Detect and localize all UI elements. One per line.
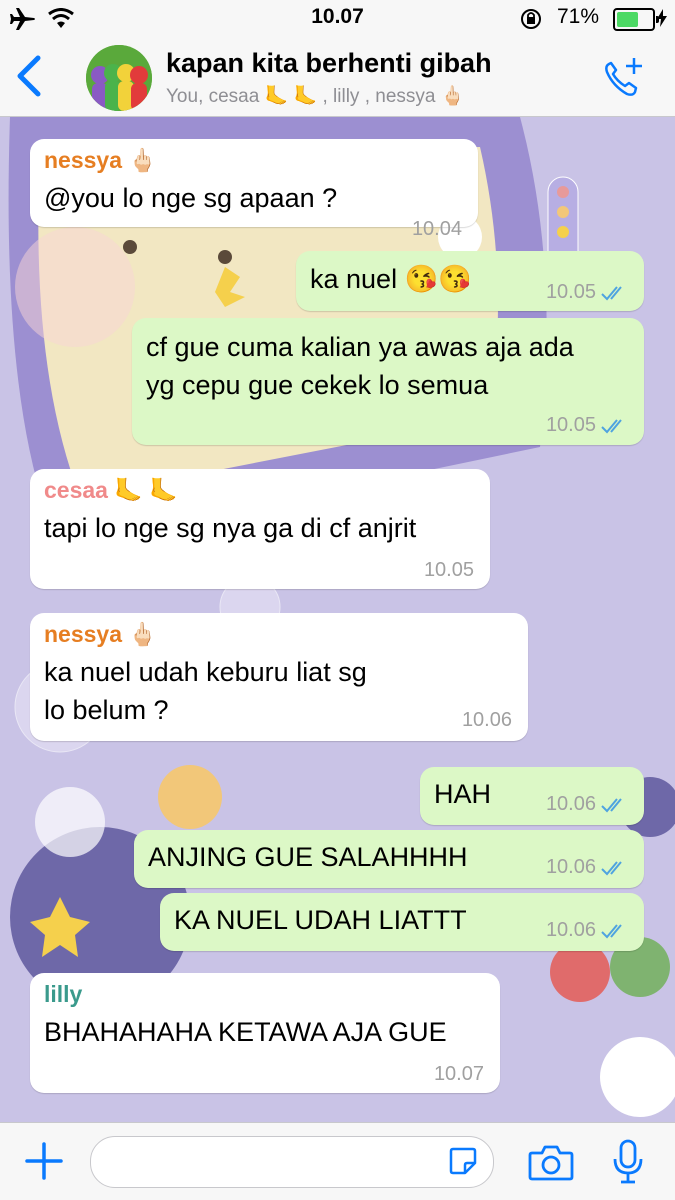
participants-list[interactable]: You, cesaa 🦶 🦶 , lilly , nessya 🖕🏻 <box>166 84 464 108</box>
message-time-label: 10.06 <box>545 856 596 878</box>
sender-name: lilly <box>44 981 83 1007</box>
read-ticks-icon <box>601 798 622 813</box>
message-text: HAH <box>434 779 492 809</box>
outgoing-message-bubble[interactable]: KA NUEL UDAH LIATTT 10.06 <box>160 893 644 951</box>
message-text: ka nuel 😘😘 <box>310 264 472 294</box>
incoming-message-bubble[interactable]: lilly BHAHAHAHA KETAWA AJA GUE 10.07 <box>30 973 500 1093</box>
message-time: 10.05 <box>423 559 474 581</box>
message-text: KA NUEL UDAH LIATTT <box>174 905 467 935</box>
orientation-lock-icon <box>521 9 541 29</box>
whatsapp-chat-screen: 10.07 71% kapan kita berhenti gibah You,… <box>0 0 675 1200</box>
message-time: 10.05 <box>546 414 628 437</box>
message-time: 10.06 <box>546 919 628 942</box>
battery-percent: 71% <box>556 5 599 28</box>
read-ticks-icon <box>601 861 622 876</box>
message-time-label: 10.06 <box>545 793 596 815</box>
message-text: BHAHAHAHA KETAWA AJA GUE <box>44 1017 447 1047</box>
message-time: 10.06 <box>546 793 628 816</box>
battery-icon <box>613 8 659 31</box>
teletubbies-avatar-image <box>86 45 152 111</box>
message-text: yg cepu gue cekek lo semua <box>146 370 489 400</box>
sticker-icon[interactable] <box>447 1145 479 1177</box>
message-time: 10.06 <box>461 709 512 731</box>
incoming-message-bubble[interactable]: nessya 🖕🏻 @you lo nge sg apaan ? 10.04 <box>30 139 478 240</box>
message-text: lo belum ? <box>44 695 169 725</box>
message-input[interactable] <box>90 1136 494 1188</box>
message-text: tapi lo nge sg nya ga di cf anjrit <box>44 513 417 543</box>
chat-area[interactable]: nessya 🖕🏻 @you lo nge sg apaan ? 10.04 k… <box>0 117 675 1122</box>
read-ticks-icon <box>601 286 622 301</box>
plus-icon[interactable] <box>24 1141 64 1181</box>
status-bar: 10.07 71% <box>0 0 675 38</box>
read-ticks-icon <box>601 419 622 434</box>
message-time-label: 10.06 <box>545 919 596 941</box>
message-time: 10.04 <box>411 218 462 240</box>
message-text: cf gue cuma kalian ya awas aja ada <box>146 332 574 362</box>
message-text: @you lo nge sg apaan ? <box>44 183 338 213</box>
outgoing-message-bubble[interactable]: ka nuel 😘😘 10.05 <box>296 251 644 311</box>
incoming-message-bubble[interactable]: cesaa 🦶 🦶 tapi lo nge sg nya ga di cf an… <box>30 469 490 589</box>
message-text: ANJING GUE SALAHHHH <box>148 842 468 872</box>
charging-icon <box>657 9 667 27</box>
sender-name: nessya 🖕🏻 <box>44 621 158 647</box>
outgoing-message-bubble[interactable]: cf gue cuma kalian ya awas aja ada yg ce… <box>132 318 644 445</box>
message-time-label: 10.05 <box>545 414 596 436</box>
back-chevron-icon[interactable] <box>14 54 44 98</box>
outgoing-message-bubble[interactable]: ANJING GUE SALAHHHH 10.06 <box>134 830 644 888</box>
message-time: 10.06 <box>546 856 628 879</box>
add-call-icon[interactable] <box>601 56 645 100</box>
camera-icon[interactable] <box>528 1143 574 1181</box>
message-time: 10.07 <box>433 1063 484 1085</box>
group-avatar[interactable] <box>86 45 152 111</box>
microphone-icon[interactable] <box>612 1139 644 1185</box>
message-time-label: 10.05 <box>545 281 596 303</box>
incoming-message-bubble[interactable]: nessya 🖕🏻 ka nuel udah keburu liat sg lo… <box>30 613 528 741</box>
chat-title[interactable]: kapan kita berhenti gibah <box>166 48 492 79</box>
message-input-bar <box>0 1122 675 1200</box>
battery-fill <box>617 12 638 27</box>
outgoing-message-bubble[interactable]: HAH 10.06 <box>420 767 644 825</box>
chat-header: kapan kita berhenti gibah You, cesaa 🦶 🦶… <box>0 38 675 117</box>
message-time: 10.05 <box>546 281 628 304</box>
sender-name: nessya 🖕🏻 <box>44 147 158 173</box>
read-ticks-icon <box>601 924 622 939</box>
message-text: ka nuel udah keburu liat sg <box>44 657 367 687</box>
sender-name: cesaa 🦶 🦶 <box>44 477 179 503</box>
